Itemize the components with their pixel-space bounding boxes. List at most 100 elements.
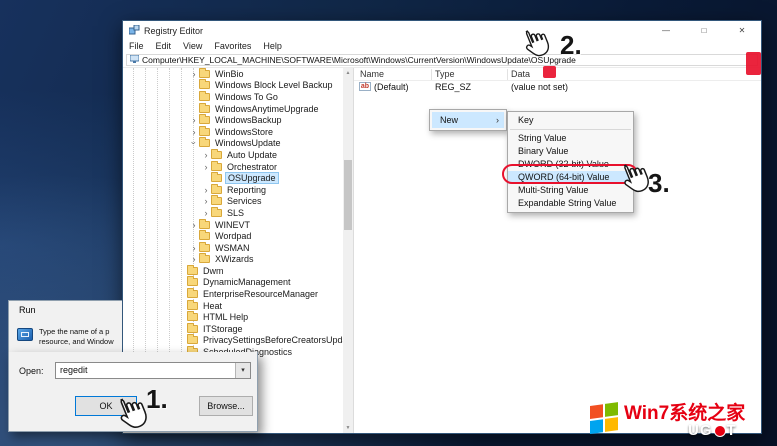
open-combobox[interactable]: regedit ▾: [55, 362, 251, 379]
tree-item-windowsanytimeupgrade[interactable]: WindowsAnytimeUpgrade: [123, 103, 343, 115]
tree-item-label: WSMAN: [213, 243, 252, 253]
chevron-icon[interactable]: ›: [201, 185, 211, 195]
chevron-icon[interactable]: ›: [189, 127, 199, 137]
tree-item-auto-update[interactable]: ›Auto Update: [123, 149, 343, 161]
chevron-icon[interactable]: ›: [189, 254, 199, 264]
tree-item-label: Windows Block Level Backup: [213, 80, 335, 90]
scroll-up-icon[interactable]: ▲: [343, 68, 353, 78]
tree-item-label: Reporting: [225, 185, 268, 195]
tree-item-windows-block-level-backup[interactable]: Windows Block Level Backup: [123, 80, 343, 92]
submenu-item-expandable-string-value[interactable]: Expandable String Value: [508, 197, 633, 210]
value-row[interactable]: ab (Default) REG_SZ (value not set): [354, 81, 761, 94]
watermark-circle-icon: [714, 425, 726, 437]
tree-item-wordpad[interactable]: Wordpad: [123, 230, 343, 242]
chevron-icon[interactable]: ›: [201, 150, 211, 160]
chevron-icon[interactable]: ›: [201, 208, 211, 218]
column-header-name[interactable]: Name: [360, 69, 384, 79]
windows-logo-tile: [605, 417, 618, 432]
tree-item-label: OSUpgrade: [225, 172, 279, 184]
new-submenu: KeyString ValueBinary ValueDWORD (32-bit…: [507, 111, 634, 213]
submenu-item-binary-value[interactable]: Binary Value: [508, 145, 633, 158]
tree-item-xwizards[interactable]: ›XWizards: [123, 254, 343, 266]
chevron-icon[interactable]: ›: [201, 162, 211, 172]
chevron-icon[interactable]: ›: [189, 138, 199, 148]
chevron-icon[interactable]: ›: [189, 115, 199, 125]
tree-item-osupgrade[interactable]: OSUpgrade: [123, 172, 343, 184]
tree-item-orchestrator[interactable]: ›Orchestrator: [123, 161, 343, 173]
tree-item-windowsupdate[interactable]: › WindowsUpdate: [123, 138, 343, 150]
menu-view[interactable]: View: [177, 40, 208, 53]
browse-button[interactable]: Browse...: [199, 396, 253, 416]
menu-help[interactable]: Help: [257, 40, 288, 53]
watermark-logo-left: UG: [688, 422, 713, 439]
titlebar[interactable]: Registry Editor — □ ✕: [123, 21, 761, 40]
tree-item-dwm[interactable]: Dwm: [123, 265, 343, 277]
tree-item-sls[interactable]: › SLS: [123, 207, 343, 219]
submenu-item-string-value[interactable]: String Value: [508, 132, 633, 145]
menu-edit[interactable]: Edit: [150, 40, 178, 53]
annotation-marker-data: [543, 66, 556, 78]
tree-item-label: Wordpad: [213, 231, 253, 241]
chevron-icon[interactable]: ›: [201, 196, 211, 206]
tree-item-winevt[interactable]: › WINEVT: [123, 219, 343, 231]
tree-item-label: WindowsStore: [213, 127, 275, 137]
menubar: File Edit View Favorites Help: [123, 40, 761, 53]
tree-item-label: Windows To Go: [213, 92, 280, 102]
tree-item-label: WINEVT: [213, 220, 252, 230]
tree-item-label: WindowsAnytimeUpgrade: [213, 104, 321, 114]
tree-scrollbar[interactable]: ▲ ▼: [343, 68, 353, 433]
watermark-logo-text: UG T: [688, 422, 737, 439]
combobox-dropdown-icon[interactable]: ▾: [235, 363, 250, 378]
folder-icon: [199, 232, 210, 240]
run-app-icon: [17, 328, 33, 341]
column-header-type[interactable]: Type: [435, 69, 455, 79]
windows-logo-tile: [605, 402, 618, 417]
tree-item-label: SLS: [225, 208, 246, 218]
run-description-line2: resource, and Window: [39, 337, 114, 347]
chevron-icon[interactable]: ›: [189, 69, 199, 79]
folder-icon: [199, 81, 210, 89]
tree-item-windows-to-go[interactable]: Windows To Go: [123, 91, 343, 103]
submenu-arrow-icon: ›: [496, 112, 499, 128]
address-path: Computer\HKEY_LOCAL_MACHINE\SOFTWARE\Mic…: [142, 55, 576, 65]
windows-logo-tile: [590, 419, 603, 434]
chevron-icon[interactable]: ›: [189, 243, 199, 253]
minimize-button[interactable]: —: [647, 21, 685, 40]
registry-app-icon: [129, 25, 140, 36]
open-combobox-value[interactable]: regedit: [56, 363, 235, 378]
folder-icon: [199, 139, 210, 147]
folder-icon: [199, 116, 210, 124]
run-description: Type the name of a p resource, and Windo…: [39, 327, 114, 347]
folder-icon: [187, 290, 198, 298]
context-menu-new[interactable]: New ›: [432, 112, 504, 128]
tree-item-enterpriseresourcemanager[interactable]: EnterpriseResourceManager: [123, 288, 343, 300]
tree-item-windowsstore[interactable]: › WindowsStore: [123, 126, 343, 138]
tree-item-wsman[interactable]: › WSMAN: [123, 242, 343, 254]
folder-icon: [211, 186, 222, 194]
folder-icon: [199, 221, 210, 229]
menu-file[interactable]: File: [123, 40, 150, 53]
tree-item-winbio[interactable]: ›WinBio: [123, 68, 343, 80]
column-header-data[interactable]: Data: [511, 69, 530, 79]
chevron-icon[interactable]: ›: [189, 220, 199, 230]
watermark-site-name: Win7系统之家: [624, 398, 745, 425]
step-number-3: 3.: [648, 168, 670, 199]
addressbar: Computer\HKEY_LOCAL_MACHINE\SOFTWARE\Mic…: [123, 53, 761, 68]
submenu-item-multi-string-value[interactable]: Multi-String Value: [508, 184, 633, 197]
scrollbar-thumb[interactable]: [344, 160, 352, 230]
maximize-button[interactable]: □: [685, 21, 723, 40]
value-name: (Default): [374, 82, 409, 92]
folder-icon: [211, 151, 222, 159]
tree-item-services[interactable]: › Services: [123, 196, 343, 208]
address-input[interactable]: Computer\HKEY_LOCAL_MACHINE\SOFTWARE\Mic…: [126, 54, 758, 66]
tree-item-windowsbackup[interactable]: ›WindowsBackup: [123, 114, 343, 126]
tree-item-dynamicmanagement[interactable]: DynamicManagement: [123, 277, 343, 289]
string-value-icon: ab: [359, 82, 371, 91]
scroll-down-icon[interactable]: ▼: [343, 423, 353, 433]
tree-item-reporting[interactable]: › Reporting: [123, 184, 343, 196]
submenu-item-key[interactable]: Key: [508, 114, 633, 127]
tree-item-label: Services: [225, 196, 264, 206]
menu-favorites[interactable]: Favorites: [208, 40, 257, 53]
close-button[interactable]: ✕: [723, 21, 761, 40]
tree-item-label: WindowsUpdate: [213, 138, 283, 148]
